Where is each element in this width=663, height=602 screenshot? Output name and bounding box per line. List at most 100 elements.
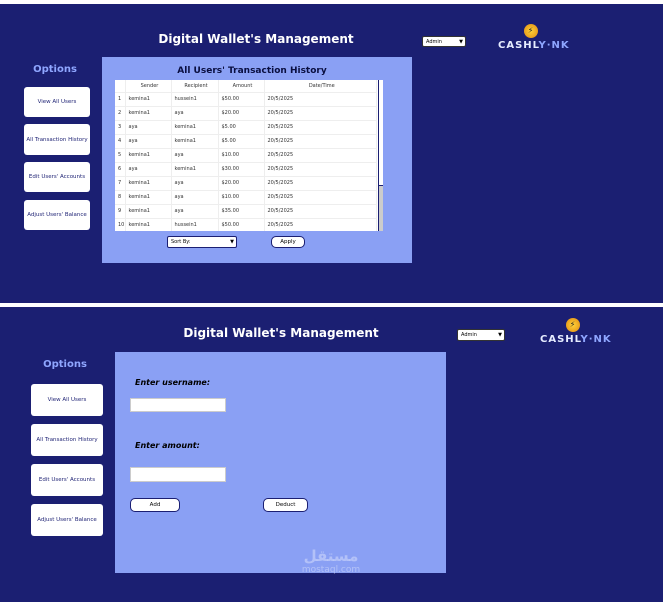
recipient-cell: aya <box>171 204 219 219</box>
amount-cell: $10.00 <box>218 148 265 163</box>
row-number: 3 <box>115 120 126 135</box>
recipient-cell: hussein1 <box>171 218 219 231</box>
apply-button[interactable]: Apply <box>271 236 305 248</box>
nav-edit-users-accounts[interactable]: Edit Users' Accounts <box>31 464 103 496</box>
table-row[interactable]: 9 kemina1 aya $35.00 20/5/2025 <box>115 204 377 219</box>
nav-adjust-users-balance[interactable]: Adjust Users' Balance <box>31 504 103 536</box>
lightning-icon: ⚡ <box>524 24 538 38</box>
nav-all-transaction-history[interactable]: All Transaction History <box>24 124 90 155</box>
row-number: 7 <box>115 176 126 191</box>
recipient-cell: kemina1 <box>171 134 219 149</box>
sort-by-select[interactable]: Sort By: ▼ <box>167 236 237 248</box>
nav-view-all-users[interactable]: View All Users <box>24 87 90 117</box>
sender-cell: kemina1 <box>125 204 172 219</box>
datetime-cell: 20/5/2025 <box>264 134 377 149</box>
mostaql-watermark: مستقل mostaql.com <box>301 547 361 575</box>
col-recipient[interactable]: Recipient <box>171 80 219 93</box>
recipient-cell: hussein1 <box>171 92 219 107</box>
recipient-cell: aya <box>171 148 219 163</box>
recipient-cell: kemina1 <box>171 120 219 135</box>
recipient-cell: aya <box>171 176 219 191</box>
recipient-cell: kemina1 <box>171 162 219 177</box>
row-number: 4 <box>115 134 126 149</box>
row-number: 5 <box>115 148 126 163</box>
recipient-cell: aya <box>171 190 219 205</box>
datetime-cell: 20/5/2025 <box>264 162 377 177</box>
nav-all-transaction-history[interactable]: All Transaction History <box>31 424 103 456</box>
username-label: Enter username: <box>135 378 211 387</box>
sender-cell: kemina1 <box>125 106 172 121</box>
role-select[interactable]: Admin ▼ <box>457 329 505 341</box>
col-amount[interactable]: Amount <box>218 80 265 93</box>
sender-cell: kemina1 <box>125 190 172 205</box>
amount-cell: $35.00 <box>218 204 265 219</box>
transaction-table: Sender Recipient Amount Date/Time 1 kemin… <box>115 80 383 231</box>
balance-panel: Enter username: Enter amount: Add Deduct <box>115 352 446 573</box>
datetime-cell: 20/5/2025 <box>264 106 377 121</box>
add-button[interactable]: Add <box>130 498 180 512</box>
datetime-cell: 20/5/2025 <box>264 120 377 135</box>
row-number: 10 <box>115 218 126 231</box>
table-scrollbar[interactable] <box>378 80 383 231</box>
col-datetime[interactable]: Date/Time <box>264 80 377 93</box>
amount-cell: $20.00 <box>218 106 265 121</box>
app-title: Digital Wallet's Management <box>183 326 379 340</box>
history-panel: All Users' Transaction History Sender Re… <box>102 57 412 263</box>
options-heading: Options <box>33 64 77 75</box>
role-select-value: Admin <box>426 38 442 45</box>
table-row[interactable]: 3 aya kemina1 $5.00 20/5/2025 <box>115 120 377 135</box>
nav-adjust-users-balance[interactable]: Adjust Users' Balance <box>24 200 90 230</box>
cashlynk-logo: ⚡ CASHLY·NK <box>540 318 612 345</box>
col-sender[interactable]: Sender <box>125 80 172 93</box>
recipient-cell: aya <box>171 106 219 121</box>
username-input[interactable] <box>130 398 226 412</box>
lightning-icon: ⚡ <box>566 318 580 332</box>
table-row[interactable]: 5 kemina1 aya $10.00 20/5/2025 <box>115 148 377 163</box>
amount-cell: $5.00 <box>218 134 265 149</box>
datetime-cell: 20/5/2025 <box>264 176 377 191</box>
row-number: 9 <box>115 204 126 219</box>
chevron-down-icon: ▼ <box>230 239 234 245</box>
nav-edit-users-accounts[interactable]: Edit Users' Accounts <box>24 162 90 192</box>
row-number: 1 <box>115 92 126 107</box>
chevron-down-icon: ▼ <box>459 38 463 45</box>
sender-cell: kemina1 <box>125 148 172 163</box>
datetime-cell: 20/5/2025 <box>264 92 377 107</box>
amount-cell: $30.00 <box>218 162 265 177</box>
row-number: 2 <box>115 106 126 121</box>
options-heading: Options <box>43 359 87 370</box>
amount-cell: $5.00 <box>218 120 265 135</box>
nav-view-all-users[interactable]: View All Users <box>31 384 103 416</box>
amount-cell: $50.00 <box>218 218 265 231</box>
role-select[interactable]: Admin ▼ <box>422 36 466 47</box>
amount-cell: $10.00 <box>218 190 265 205</box>
amount-input[interactable] <box>130 467 226 482</box>
table-row[interactable]: 4 aya kemina1 $5.00 20/5/2025 <box>115 134 377 149</box>
sender-cell: kemina1 <box>125 218 172 231</box>
sender-cell: aya <box>125 120 172 135</box>
adjust-balance-screen: Digital Wallet's Management Admin ▼ ⚡ CASH… <box>0 307 663 602</box>
chevron-down-icon: ▼ <box>498 332 502 338</box>
history-title: All Users' Transaction History <box>177 66 327 76</box>
table-row[interactable]: 7 kemina1 aya $20.00 20/5/2025 <box>115 176 377 191</box>
cashlynk-logo: ⚡ CASHLY·NK <box>498 24 570 51</box>
table-row[interactable]: 8 kemina1 aya $10.00 20/5/2025 <box>115 190 377 205</box>
sender-cell: kemina1 <box>125 92 172 107</box>
table-row[interactable]: 10 kemina1 hussein1 $50.00 20/5/2025 <box>115 218 377 231</box>
sender-cell: kemina1 <box>125 176 172 191</box>
amount-cell: $50.00 <box>218 92 265 107</box>
table-row[interactable]: 2 kemina1 aya $20.00 20/5/2025 <box>115 106 377 121</box>
app-title: Digital Wallet's Management <box>158 32 354 46</box>
table-row[interactable]: 6 aya kemina1 $30.00 20/5/2025 <box>115 162 377 177</box>
deduct-button[interactable]: Deduct <box>263 498 308 512</box>
sender-cell: aya <box>125 134 172 149</box>
table-row[interactable]: 1 kemina1 hussein1 $50.00 20/5/2025 <box>115 92 377 107</box>
row-number: 6 <box>115 162 126 177</box>
sender-cell: aya <box>125 162 172 177</box>
datetime-cell: 20/5/2025 <box>264 190 377 205</box>
datetime-cell: 20/5/2025 <box>264 218 377 231</box>
amount-label: Enter amount: <box>135 441 200 450</box>
datetime-cell: 20/5/2025 <box>264 148 377 163</box>
amount-cell: $20.00 <box>218 176 265 191</box>
datetime-cell: 20/5/2025 <box>264 204 377 219</box>
